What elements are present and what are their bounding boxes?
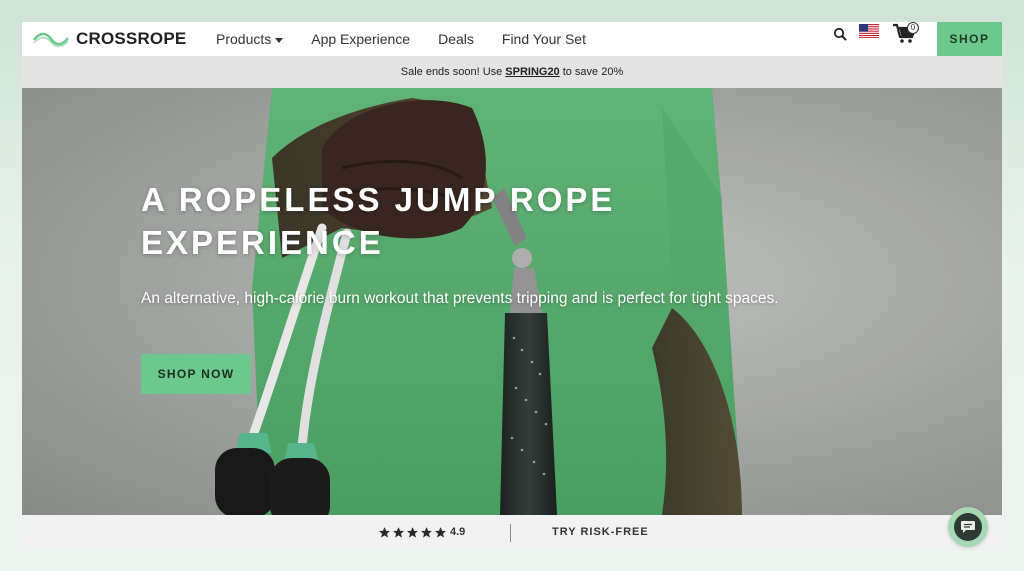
- star-icon: [421, 527, 432, 538]
- hero-banner: A ROPELESS JUMP ROPE EXPERIENCE An alter…: [22, 88, 1002, 515]
- rating-value: 4.9: [450, 526, 466, 538]
- search-icon[interactable]: [833, 27, 847, 41]
- us-flag-icon[interactable]: [859, 24, 879, 38]
- try-risk-free-link[interactable]: TRY RISK-FREE: [552, 526, 649, 538]
- star-icon: [407, 527, 418, 538]
- nav-item-label: Deals: [438, 31, 474, 47]
- promo-text-suffix: to save 20%: [562, 66, 624, 78]
- brand-name: CROSSROPE: [76, 29, 187, 48]
- main-nav: Products App Experience Deals Find Your …: [216, 22, 586, 56]
- nav-item-label: Find Your Set: [501, 31, 586, 47]
- nav-item-products[interactable]: Products: [216, 31, 284, 47]
- hero-title-line-1: A ROPELESS JUMP ROPE: [141, 181, 616, 218]
- nav-item-label: Products: [216, 31, 272, 47]
- hero-subtitle: An alternative, high-calorie burn workou…: [141, 290, 779, 307]
- nav-item-label: App Experience: [311, 31, 411, 47]
- star-icon: [379, 527, 390, 538]
- rating-stars: [378, 526, 447, 539]
- chat-bubble-icon: [954, 513, 982, 541]
- cart-count-badge: 0: [907, 22, 919, 34]
- shop-now-button[interactable]: SHOP NOW: [141, 354, 251, 394]
- chat-lines-icon: [961, 521, 975, 533]
- brand-logo-mark-icon: [32, 32, 70, 48]
- strip-divider: [510, 524, 511, 542]
- nav-item-deals[interactable]: Deals: [438, 31, 474, 47]
- trust-strip: 4.9 TRY RISK-FREE: [22, 515, 1002, 549]
- nav-item-app-experience[interactable]: App Experience: [311, 31, 410, 47]
- browser-frame: CROSSROPE Products App Experience Deals …: [22, 22, 1002, 549]
- promo-bar: Sale ends soon! Use SPRING20 to save 20%: [22, 56, 1002, 88]
- promo-text-prefix: Sale ends soon! Use: [400, 66, 503, 78]
- caret-down-icon: [275, 37, 284, 43]
- nav-item-find-your-set[interactable]: Find Your Set: [502, 31, 586, 47]
- hero-title-line-2: EXPERIENCE: [141, 224, 384, 261]
- brand-logo[interactable]: CROSSROPE: [32, 22, 186, 56]
- shop-button[interactable]: SHOP: [937, 22, 1002, 56]
- chat-button[interactable]: [948, 507, 988, 547]
- hero-title: A ROPELESS JUMP ROPE EXPERIENCE: [141, 178, 701, 264]
- star-icon: [435, 527, 446, 538]
- site-header: CROSSROPE Products App Experience Deals …: [22, 22, 1002, 56]
- promo-code[interactable]: SPRING20: [505, 66, 559, 78]
- star-icon: [393, 527, 404, 538]
